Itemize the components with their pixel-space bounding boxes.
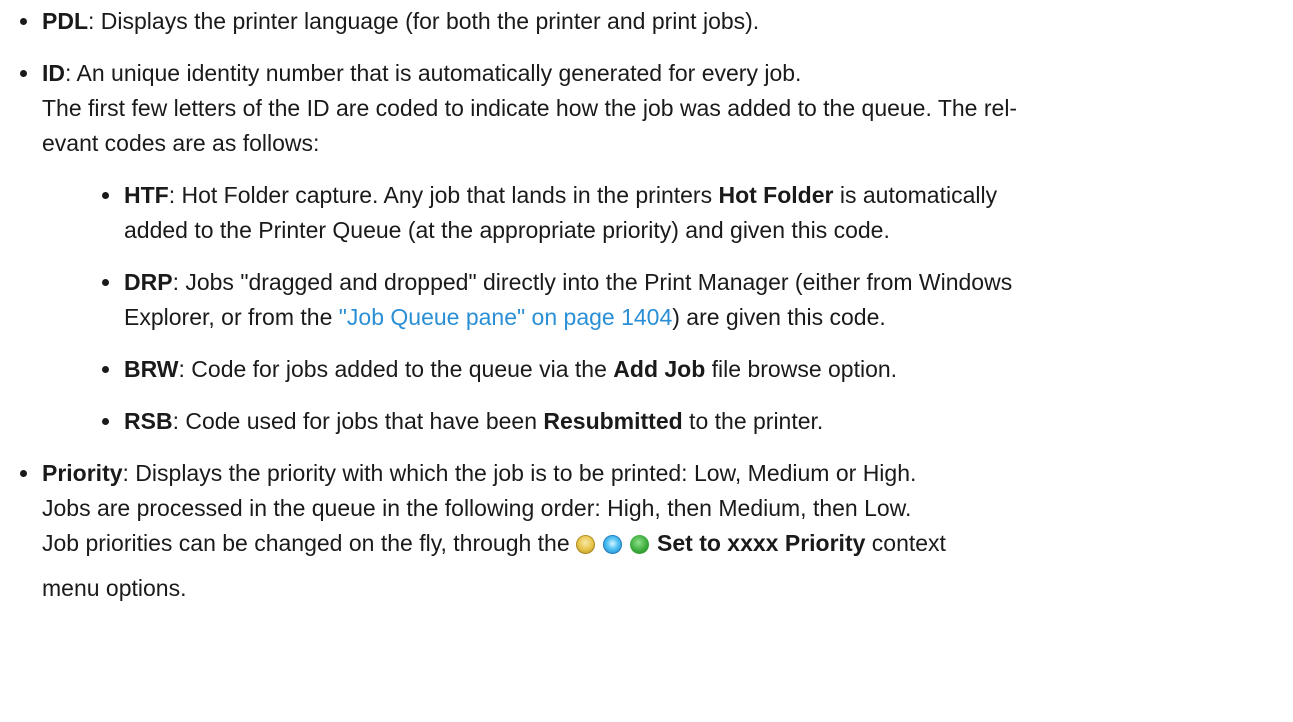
- rsb-text-post: to the printer.: [682, 408, 824, 434]
- priority-line-4: menu options.: [42, 575, 187, 601]
- list-item-drp: DRP: Jobs "dragged and dropped" directly…: [82, 265, 1293, 335]
- priority-description: : Displays the priority with which the j…: [122, 460, 917, 486]
- field-list: PDL: Displays the printer language (for …: [0, 4, 1293, 606]
- rsb-line: RSB: Code used for jobs that have been R…: [124, 404, 1293, 439]
- pdl-description: : Displays the printer language (for bot…: [88, 8, 760, 34]
- brw-text-post: file browse option.: [705, 356, 898, 382]
- pdl-line: PDL: Displays the printer language (for …: [42, 4, 1293, 39]
- drp-term: DRP: [124, 269, 173, 295]
- list-item-htf: HTF: Hot Folder capture. Any job that la…: [82, 178, 1293, 248]
- priority-line3-post: context: [865, 530, 946, 556]
- drp-line2-post: ) are given this code.: [672, 304, 886, 330]
- rsb-term: RSB: [124, 408, 173, 434]
- priority-line3-pre: Job priorities can be changed on the fly…: [42, 530, 577, 556]
- pdl-term: PDL: [42, 8, 88, 34]
- brw-text-pre: : Code for jobs added to the queue via t…: [178, 356, 614, 382]
- list-item-rsb: RSB: Code used for jobs that have been R…: [82, 404, 1293, 439]
- id-description: : An unique identity number that is auto…: [65, 60, 802, 86]
- blue-priority-icon: [603, 535, 623, 554]
- id-line-1: ID: An unique identity number that is au…: [42, 56, 1293, 91]
- drp-line-1: DRP: Jobs "dragged and dropped" directly…: [124, 265, 1293, 300]
- document-page: PDL: Displays the printer language (for …: [0, 0, 1293, 606]
- brw-term: BRW: [124, 356, 179, 382]
- brw-bold: Add Job: [613, 356, 706, 382]
- id-term: ID: [42, 60, 65, 86]
- priority-line-1: Priority: Displays the priority with whi…: [42, 456, 1293, 491]
- list-item-id: ID: An unique identity number that is au…: [0, 56, 1293, 439]
- rsb-bold: Resubmitted: [543, 408, 683, 434]
- brw-line: BRW: Code for jobs added to the queue vi…: [124, 352, 1293, 387]
- job-queue-pane-link[interactable]: "Job Queue pane" on page 1404: [339, 304, 673, 330]
- htf-bold: Hot Folder: [718, 182, 834, 208]
- htf-term: HTF: [124, 182, 169, 208]
- htf-text-pre: : Hot Folder capture. Any job that lands…: [168, 182, 719, 208]
- htf-line-1: HTF: Hot Folder capture. Any job that la…: [124, 178, 1293, 213]
- list-item-pdl: PDL: Displays the printer language (for …: [0, 4, 1293, 39]
- yellow-priority-icon: [576, 535, 596, 554]
- htf-line-2: added to the Printer Queue (at the appro…: [124, 217, 890, 243]
- list-item-brw: BRW: Code for jobs added to the queue vi…: [82, 352, 1293, 387]
- drp-line-2: Explorer, or from the "Job Queue pane" o…: [124, 300, 1293, 335]
- green-priority-icon: [630, 535, 650, 554]
- priority-line-2: Jobs are processed in the queue in the f…: [42, 495, 912, 521]
- priority-term: Priority: [42, 460, 123, 486]
- id-code-list: HTF: Hot Folder capture. Any job that la…: [42, 178, 1293, 439]
- priority-bold: Set to xxxx Priority: [657, 530, 866, 556]
- rsb-text-pre: : Code used for jobs that have been: [172, 408, 544, 434]
- list-item-priority: Priority: Displays the priority with whi…: [0, 456, 1293, 606]
- id-line-3: evant codes are as follows:: [42, 130, 320, 156]
- id-line-2: The first few letters of the ID are code…: [42, 95, 1018, 121]
- priority-line-3: Job priorities can be changed on the fly…: [42, 526, 1293, 561]
- htf-text-post: is automatically: [833, 182, 998, 208]
- drp-line2-pre: Explorer, or from the: [124, 304, 339, 330]
- drp-text-pre: : Jobs "dragged and dropped" directly in…: [172, 269, 1013, 295]
